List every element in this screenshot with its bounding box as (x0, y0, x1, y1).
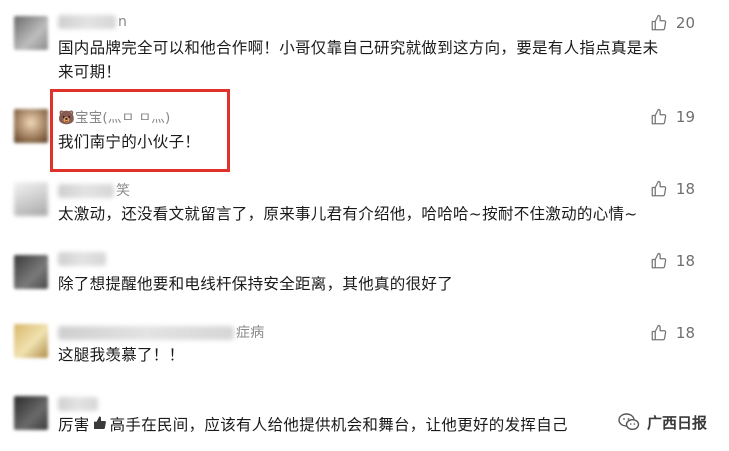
like-button[interactable]: 19 (650, 108, 695, 126)
blurred-name (58, 184, 114, 198)
comments-screen: n 国内品牌完全可以和他合作啊！小哥仅靠自己研究就做到这方向，要是有人指点真是未… (0, 0, 729, 451)
like-button[interactable]: 20 (650, 14, 695, 32)
comment-text: 厉害 高手在民间，应该有人给他提供机会和舞台，让他更好的发挥自己 (58, 413, 598, 438)
avatar[interactable] (14, 255, 48, 289)
like-count: 18 (675, 252, 695, 270)
blurred-name (58, 15, 116, 29)
blurred-name (58, 326, 234, 340)
thumbs-up-icon (651, 324, 667, 341)
comment-author[interactable]: n (58, 14, 127, 30)
blurred-name (58, 397, 98, 411)
like-count: 18 (675, 180, 695, 198)
comment-author[interactable]: 笑 (58, 180, 130, 200)
comment-author[interactable] (58, 396, 98, 412)
highlight-box (50, 89, 230, 172)
comment-author-tail: 症病 (236, 325, 265, 341)
thumbs-up-icon (651, 108, 667, 125)
avatar[interactable] (14, 16, 48, 50)
wechat-icon (618, 413, 640, 431)
avatar[interactable] (14, 109, 48, 143)
like-count: 19 (675, 108, 695, 126)
like-button[interactable]: 18 (650, 180, 695, 198)
watermark-label: 广西日报 (646, 413, 707, 432)
like-button[interactable]: 18 (650, 252, 695, 270)
thumbs-up-icon (651, 252, 667, 269)
thumbs-up-emoji-icon (92, 414, 108, 438)
blurred-name (58, 252, 106, 266)
like-count: 20 (675, 14, 695, 32)
comment-author-tail: n (118, 14, 128, 30)
comment-text: 国内品牌完全可以和他合作啊！小哥仅靠自己研究就做到这方向，要是有人指点真是未来可… (58, 39, 659, 81)
thumbs-up-icon (651, 180, 667, 197)
avatar[interactable] (14, 324, 48, 358)
comment-text-end: 高手在民间，应该有人给他提供机会和舞台，让他更好的发挥自己 (109, 416, 568, 434)
comment-author[interactable]: 症病 (58, 322, 264, 342)
comment-text: 太激动，还没看文就留言了，原来事儿君有介绍他，哈哈哈~按耐不住激动的心情~ (58, 205, 638, 223)
comment-author[interactable] (58, 251, 106, 267)
like-count: 18 (675, 324, 695, 342)
watermark: 广西日报 (612, 408, 711, 436)
comment-text: 这腿我羡慕了！！ (58, 346, 185, 364)
comment-text-start: 厉害 (58, 416, 90, 434)
comment-author-tail: 笑 (116, 183, 131, 199)
thumbs-up-icon (651, 14, 667, 31)
like-button[interactable]: 18 (650, 324, 695, 342)
avatar[interactable] (14, 396, 48, 430)
avatar[interactable] (14, 182, 48, 216)
comment-text: 除了想提醒他要和电线杆保持安全距离，其他真的很好了 (58, 275, 454, 293)
